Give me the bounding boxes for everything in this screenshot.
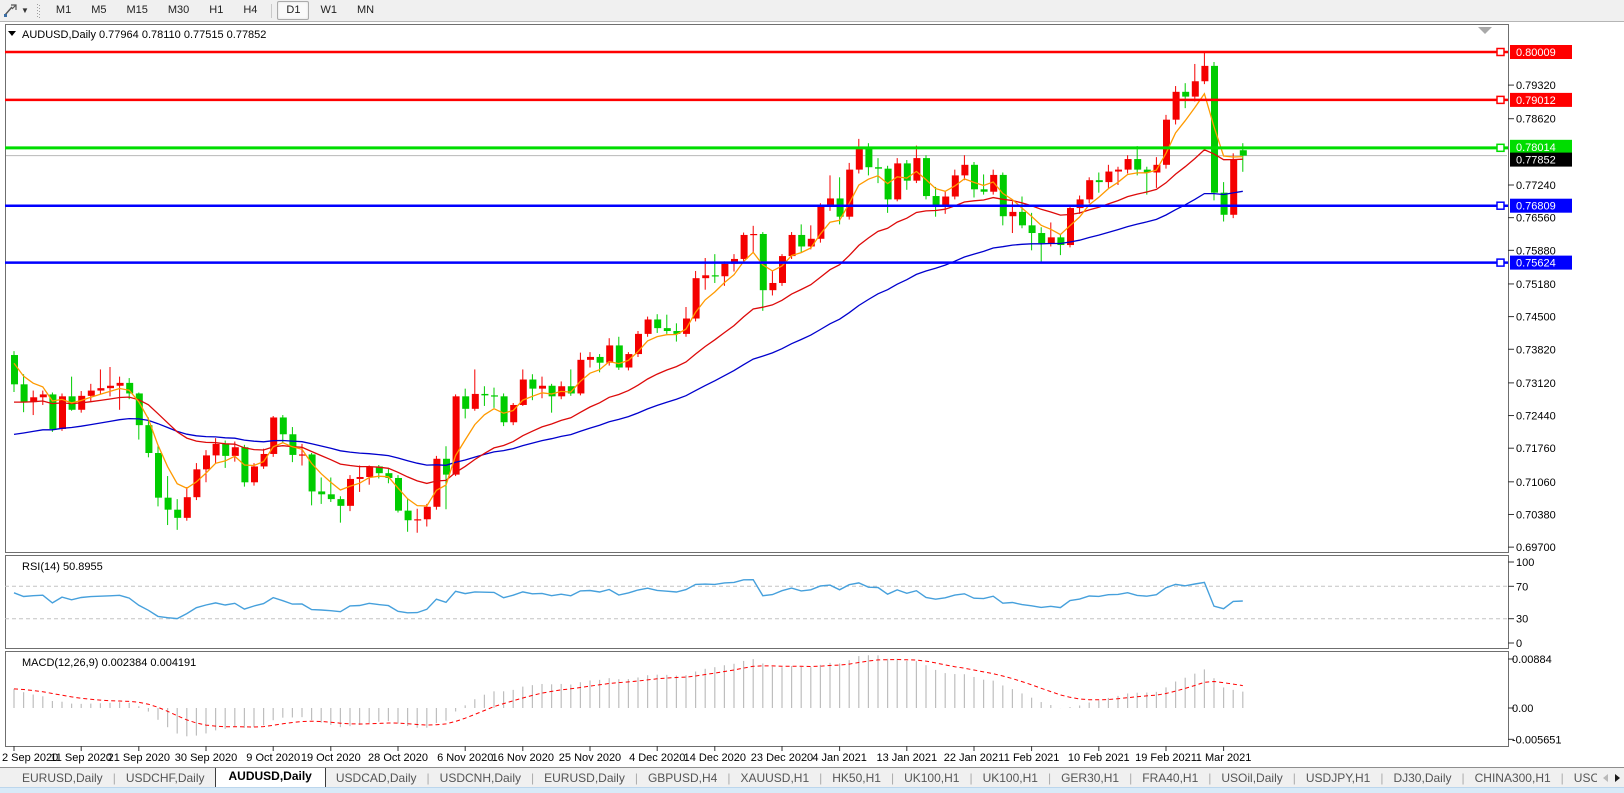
panel-frame [6, 556, 1509, 649]
macd-label: MACD(12,26,9) 0.002384 0.004191 [22, 657, 196, 669]
date-tick-label: 21 Sep 2020 [108, 752, 170, 764]
date-tick-label: 22 Jan 2021 [944, 752, 1005, 764]
chart-tab-audusd-daily[interactable]: AUDUSD,Daily [215, 768, 326, 787]
hline-handle[interactable] [1497, 202, 1504, 209]
date-tick-label: 4 Dec 2020 [629, 752, 685, 764]
chart-tab-eurusd-daily[interactable]: EURUSD,Daily [12, 769, 113, 787]
date-tick-label: 6 Nov 2020 [437, 752, 493, 764]
date-tick-label: 16 Nov 2020 [492, 752, 554, 764]
rsi-tick-label: 30 [1516, 614, 1528, 626]
chart-tab-eurusd-daily[interactable]: EURUSD,Daily [534, 769, 635, 787]
price-tick-label: 0.71760 [1516, 443, 1556, 455]
chart-tab-ger30-h1[interactable]: GER30,H1 [1051, 769, 1129, 787]
rsi-tick-label: 0 [1516, 638, 1522, 650]
timeframe-button-m15[interactable]: M15 [117, 1, 156, 20]
date-tick-label: 1 Feb 2021 [1004, 752, 1060, 764]
chart-tab-uk100-h1[interactable]: UK100,H1 [894, 769, 969, 787]
date-tick-label: 13 Jan 2021 [877, 752, 938, 764]
price-tick-label: 0.76560 [1516, 213, 1556, 225]
date-tick-label: 19 Oct 2020 [301, 752, 361, 764]
price-tick-label: 0.78620 [1516, 114, 1556, 126]
price-tick-label: 0.79320 [1516, 80, 1556, 92]
price-tick-label: 0.75180 [1516, 279, 1556, 291]
chart-tab-usdcad-daily[interactable]: USDCAD,Daily [326, 769, 427, 787]
chart-tab-bar: EURUSD,Daily|USDCHF,DailyAUDUSD,DailyUSD… [0, 767, 1624, 788]
date-tick-label: 11 Sep 2020 [50, 752, 112, 764]
price-tick-label: 0.73120 [1516, 378, 1556, 390]
timeframe-button-h1[interactable]: H1 [200, 1, 232, 20]
chart-area[interactable]: 0.79320 0.78620 0.77240 0.76560 0.75880 0.751… [0, 0, 1624, 767]
date-tick-label: 4 Jan 2021 [812, 752, 866, 764]
line-tool-icon [3, 3, 19, 18]
rsi-tick-label: 100 [1516, 557, 1534, 569]
panel-frame [6, 25, 1509, 553]
price-tick-label: 0.70380 [1516, 509, 1556, 521]
hline-handle[interactable] [1497, 259, 1504, 266]
chart-tab-usdchf-daily[interactable]: USDCHF,Daily [116, 769, 215, 787]
date-tick-label: 10 Feb 2021 [1068, 752, 1130, 764]
date-tick-label: 14 Dec 2020 [684, 752, 746, 764]
timeframe-button-m1[interactable]: M1 [47, 1, 80, 20]
macd-tick-label: 0.00884 [1512, 654, 1552, 666]
price-tick-label: 0.72440 [1516, 411, 1556, 423]
timeframe-button-w1[interactable]: W1 [311, 1, 346, 20]
line-studies-button[interactable]: ▼ [0, 0, 33, 21]
chart-tab-usoil-daily[interactable]: USOil,Daily [1211, 769, 1292, 787]
price-tick-label: 0.77240 [1516, 180, 1556, 192]
price-label-resistance-2-text: 0.79012 [1516, 95, 1556, 107]
chart-tab-uk100-h1[interactable]: UK100,H1 [973, 769, 1048, 787]
rsi-label: RSI(14) 50.8955 [22, 561, 103, 573]
price-label-current-text: 0.77852 [1516, 155, 1556, 167]
timeframe-button-h4[interactable]: H4 [234, 1, 266, 20]
price-tick-label: 0.71060 [1516, 477, 1556, 489]
price-label-support-1-text: 0.76809 [1516, 201, 1556, 213]
toolbar-separator [271, 4, 272, 18]
date-tick-label: 28 Oct 2020 [368, 752, 428, 764]
hline-handle[interactable] [1497, 96, 1504, 103]
hline-handle[interactable] [1497, 144, 1504, 151]
macd-tick-label: 0.00 [1512, 703, 1533, 715]
date-tick-label: 9 Oct 2020 [246, 752, 300, 764]
chart-tab-fra40-h1[interactable]: FRA40,H1 [1132, 769, 1208, 787]
date-tick-label: 30 Sep 2020 [175, 752, 237, 764]
chart-tab-usdjpy-h1[interactable]: USDJPY,H1 [1296, 769, 1380, 787]
price-tick-label: 0.74500 [1516, 312, 1556, 324]
tab-scroll-left-icon[interactable] [1603, 774, 1608, 782]
rsi-tick-label: 70 [1516, 581, 1528, 593]
timeframe-toolbar: ▼ M1M5M15M30H1H4 D1W1MN [0, 0, 1624, 22]
timeframe-button-d1[interactable]: D1 [277, 1, 309, 20]
chart-tab-gbpusd-h4[interactable]: GBPUSD,H4 [638, 769, 727, 787]
panel-frame [6, 652, 1509, 747]
date-tick-label: 19 Feb 2021 [1135, 752, 1197, 764]
chart-tab-china300-h1[interactable]: CHINA300,H1 [1465, 769, 1561, 787]
chart-tab-dj30-daily[interactable]: DJ30,Daily [1383, 769, 1461, 787]
date-tick-label: 23 Dec 2020 [751, 752, 813, 764]
timeframe-button-mn[interactable]: MN [348, 1, 383, 20]
date-tick-label: 1 Mar 2021 [1196, 752, 1252, 764]
date-tick-label: 25 Nov 2020 [559, 752, 621, 764]
hline-handle[interactable] [1497, 49, 1504, 56]
timeframe-button-m30[interactable]: M30 [159, 1, 198, 20]
macd-tick-label: -0.005651 [1512, 734, 1562, 746]
chart-tab-xauusd-h1[interactable]: XAUUSD,H1 [730, 769, 819, 787]
chart-tab-hk50-h1[interactable]: HK50,H1 [822, 769, 891, 787]
price-label-level-text: 0.78014 [1516, 142, 1556, 154]
status-strip [0, 787, 1624, 793]
chart-title: AUDUSD,Daily 0.77964 0.78110 0.77515 0.7… [22, 29, 266, 41]
price-label-support-2-text: 0.75624 [1516, 258, 1556, 270]
price-tick-label: 0.69700 [1516, 542, 1556, 554]
chart-tab-usdcnh-daily[interactable]: USDCNH,Daily [430, 769, 531, 787]
tab-scroll-right-icon[interactable] [1615, 774, 1620, 782]
toolbar-grip[interactable] [37, 4, 40, 18]
price-label-resistance-1-text: 0.80009 [1516, 47, 1556, 59]
timeframe-button-m5[interactable]: M5 [82, 1, 115, 20]
chevron-down-icon: ▼ [21, 6, 29, 15]
price-tick-label: 0.75880 [1516, 245, 1556, 257]
price-tick-label: 0.73820 [1516, 344, 1556, 356]
